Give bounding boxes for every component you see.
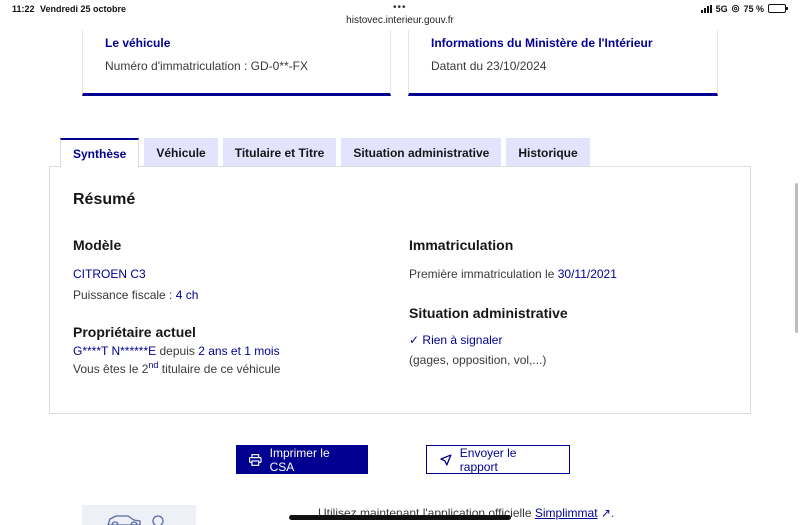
owner-rank-sup: nd <box>148 360 159 370</box>
send-report-label: Envoyer le rapport <box>459 445 517 474</box>
admin-heading: Situation administrative <box>409 305 568 321</box>
tab-bar: Synthèse Véhicule Titulaire et Titre Sit… <box>60 138 590 168</box>
tab-historique[interactable]: Historique <box>506 138 590 167</box>
fiscal-power-label: Puissance fiscale : <box>73 288 173 302</box>
fiscal-power-value: 4 ch <box>175 288 199 302</box>
first-registration: Première immatriculation le 30/11/2021 <box>409 267 617 281</box>
car-illustration <box>82 505 196 525</box>
send-report-button[interactable]: Envoyer le rapport <box>426 445 570 474</box>
print-csa-button[interactable]: Imprimer le CSA <box>236 445 368 474</box>
owner-rank-prefix: Vous êtes le 2 <box>73 362 149 376</box>
tab-synthese[interactable]: Synthèse <box>60 138 140 168</box>
check-icon: ✓ <box>409 333 420 347</box>
owner-line: G****T N******E depuis 2 ans et 1 mois <box>73 344 280 358</box>
summary-panel: Résumé Modèle CITROEN C3 Puissance fisca… <box>49 166 751 414</box>
network-label: 5G <box>715 3 728 14</box>
admin-status: ✓ Rien à signaler <box>409 333 502 347</box>
model-name: CITROEN C3 <box>73 267 146 281</box>
owner-since-label: depuis <box>159 344 195 358</box>
summary-title: Résumé <box>73 191 136 208</box>
registration-heading: Immatriculation <box>409 237 514 253</box>
vehicle-card: Le véhicule Numéro d'immatriculation : G… <box>82 30 391 96</box>
external-link-icon: ↗ <box>600 506 611 520</box>
owner-since-value: 2 ans et 1 mois <box>198 344 280 358</box>
home-indicator[interactable] <box>289 515 511 520</box>
tab-titulaire-titre[interactable]: Titulaire et Titre <box>222 138 337 167</box>
send-icon <box>440 453 452 466</box>
printer-icon <box>249 453 262 466</box>
battery-percent: 75 % <box>743 3 764 14</box>
owner-rank: Vous êtes le 2nd titulaire de ce véhicul… <box>73 360 280 376</box>
signal-icon <box>700 4 712 13</box>
admin-status-text: Rien à signaler <box>422 333 503 347</box>
footer-end: . <box>610 506 615 520</box>
owner-rank-suffix: titulaire de ce véhicule <box>161 362 281 376</box>
ministry-date: Datant du 23/10/2024 <box>431 59 547 73</box>
more-dots-icon[interactable]: ••• <box>393 2 407 13</box>
status-date: Vendredi 25 octobre <box>40 4 127 14</box>
ministry-card-title: Informations du Ministère de l'Intérieur <box>431 36 653 50</box>
scrollbar[interactable] <box>795 183 798 333</box>
print-csa-label: Imprimer le CSA <box>269 445 330 474</box>
owner-name: G****T N******E <box>73 344 157 358</box>
simplimmat-link[interactable]: Simplimmat <box>535 506 598 520</box>
model-heading: Modèle <box>73 237 122 253</box>
vehicle-card-title: Le véhicule <box>105 36 171 50</box>
tab-vehicule[interactable]: Véhicule <box>144 138 218 167</box>
first-registration-date: 30/11/2021 <box>557 267 617 281</box>
status-right: 5G ◎ 75 % <box>700 3 788 14</box>
status-time: 11:22 <box>12 4 35 14</box>
url-bar[interactable]: histovec.interieur.gouv.fr <box>0 15 800 26</box>
tab-situation-administrative[interactable]: Situation administrative <box>341 138 502 167</box>
fiscal-power: Puissance fiscale : 4 ch <box>73 288 198 302</box>
owner-heading: Propriétaire actuel <box>73 324 196 340</box>
ministry-card: Informations du Ministère de l'Intérieur… <box>408 30 718 96</box>
registration-number: Numéro d'immatriculation : GD-0**-FX <box>105 59 309 73</box>
first-registration-label: Première immatriculation le <box>409 267 555 281</box>
admin-details: (gages, opposition, vol,...) <box>409 353 547 367</box>
battery-icon <box>768 4 788 13</box>
orientation-lock-icon: ◎ <box>731 3 740 13</box>
